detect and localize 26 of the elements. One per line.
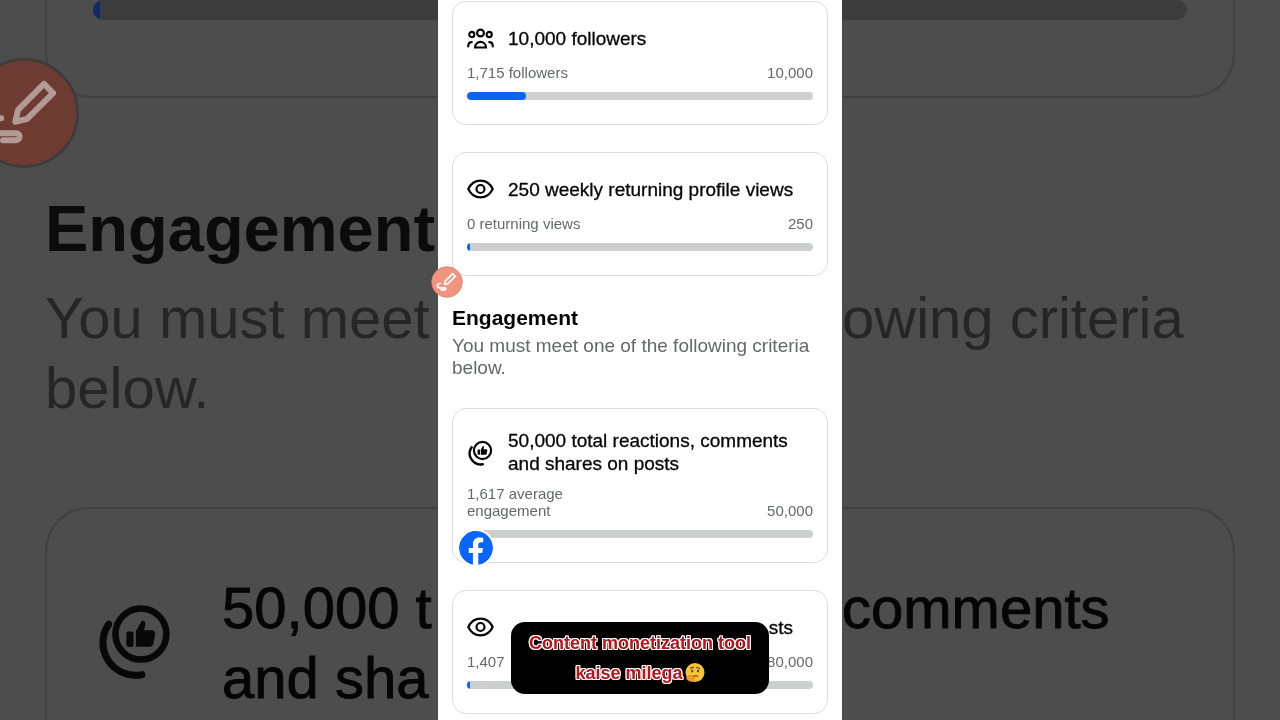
pencil-icon[interactable] xyxy=(431,266,463,298)
caption-text: Content monetization tool xyxy=(529,632,751,655)
card-title: 10,000 followers xyxy=(508,26,648,50)
thumbs-up-icon xyxy=(467,438,494,466)
goal-count: 50,000 xyxy=(767,502,813,519)
backdrop-card-title: comments xyxy=(842,574,1110,642)
thinking-face-icon xyxy=(682,662,705,684)
eye-icon xyxy=(467,617,494,637)
progress-count: 0 returning views xyxy=(467,215,581,232)
section-description: You must meet one of the following criteria below. xyxy=(452,335,811,379)
backdrop-card-title: 50,000 t xyxy=(222,574,432,642)
card-title: 250 weekly returning profile views xyxy=(508,177,795,201)
progress-count: 1,407 xyxy=(467,653,505,670)
section-title: Engagement xyxy=(452,305,580,331)
backdrop-card-title: and sha xyxy=(222,644,429,712)
people-icon xyxy=(467,27,494,49)
goal-count: 10,000 xyxy=(767,64,813,81)
goal-count: 250 xyxy=(787,215,813,232)
backdrop-heading: Engagement xyxy=(45,191,437,267)
card-title: sts xyxy=(768,615,793,639)
goal-count: 80,000 xyxy=(767,653,813,670)
progress-count: 1,715 followers xyxy=(467,64,568,81)
eye-icon xyxy=(467,179,494,199)
caption-text: kaise milega xyxy=(575,662,683,685)
progress-count: 1,617 average engagement xyxy=(467,485,564,519)
card-title: 50,000 total reactions, comments and shares on posts xyxy=(508,429,789,475)
